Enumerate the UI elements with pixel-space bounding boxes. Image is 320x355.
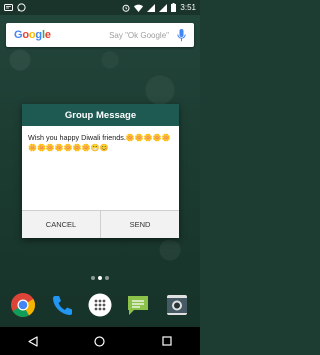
dialog-actions: CANCEL SEND (22, 210, 179, 238)
page-dot[interactable] (91, 276, 95, 280)
message-notification-icon (4, 3, 13, 12)
group-message-dialog: Group Message Wish you happy Diwali frie… (22, 104, 179, 238)
camera-icon[interactable] (163, 291, 191, 319)
dialog-body: Wish you happy Diwali friends.🌼🌼🌼🌼🌼🌼🌼🌼🌼🌼… (22, 126, 179, 210)
status-bar: 3:51 (0, 0, 200, 15)
google-search-bar[interactable]: Google Say "Ok Google" (6, 23, 194, 47)
page-indicator (0, 275, 200, 281)
page-dot[interactable] (105, 276, 109, 280)
mic-icon[interactable] (177, 28, 186, 42)
signal-icon (147, 3, 156, 12)
signal-icon (159, 3, 168, 12)
navigation-bar (0, 327, 200, 355)
send-button[interactable]: SEND (100, 211, 179, 238)
home-icon[interactable] (93, 334, 107, 348)
alarm-icon (122, 4, 130, 12)
dock (0, 290, 200, 320)
clock: 3:51 (180, 3, 196, 12)
chrome-icon[interactable] (9, 291, 37, 319)
cancel-button[interactable]: CANCEL (22, 211, 100, 238)
whatsapp-notification-icon (17, 3, 26, 12)
wifi-icon (134, 4, 144, 12)
messaging-icon[interactable] (124, 291, 152, 319)
phone-icon[interactable] (48, 291, 76, 319)
app-drawer-icon[interactable] (86, 291, 114, 319)
dialog-title: Group Message (22, 104, 179, 126)
search-hint: Say "Ok Google" (109, 30, 169, 40)
recents-icon[interactable] (160, 334, 174, 348)
message-text: Wish you happy Diwali friends.🌼🌼🌼🌼🌼🌼🌼🌼🌼🌼… (28, 133, 171, 152)
battery-icon (171, 3, 177, 12)
page-dot-active[interactable] (98, 276, 102, 280)
google-logo: Google (14, 29, 51, 41)
back-icon[interactable] (26, 334, 40, 348)
